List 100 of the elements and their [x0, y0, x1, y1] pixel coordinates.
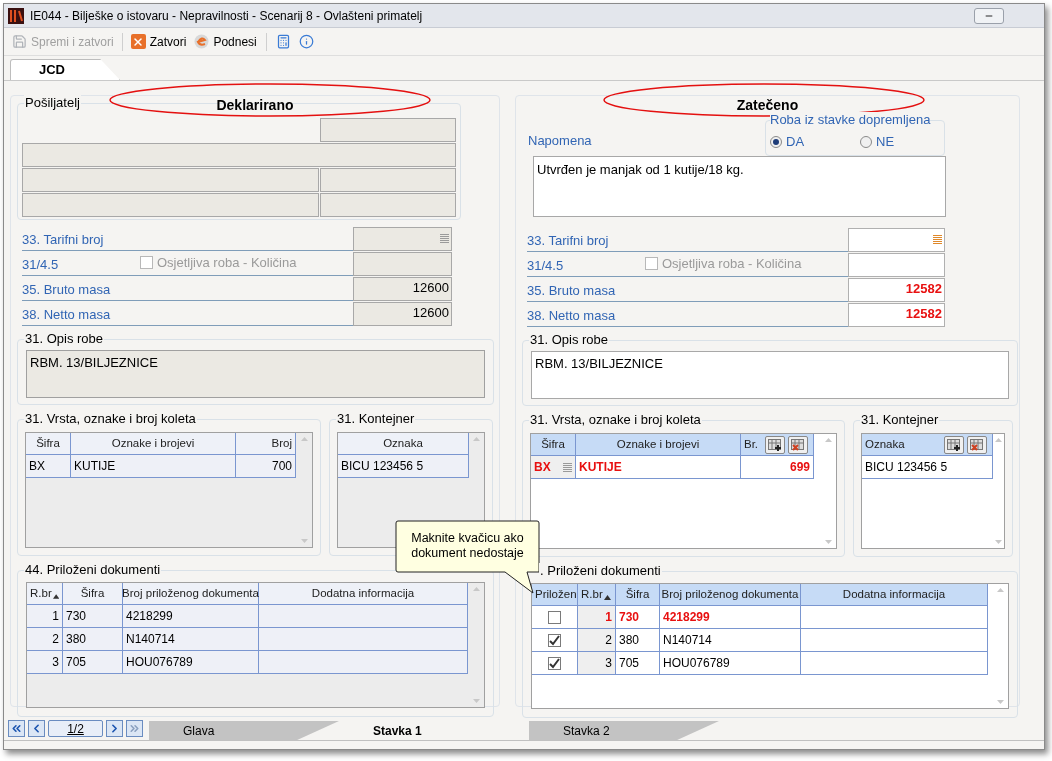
description-text-area[interactable]: RBM. 13/BILJEZNICE [531, 351, 1009, 399]
column-header[interactable]: R.br [578, 584, 616, 606]
input-field[interactable] [353, 227, 452, 251]
table-cell: 699 [741, 456, 814, 479]
table-cell: HOU076789 [660, 652, 801, 675]
note-label: Napomena [528, 131, 593, 150]
column-header[interactable]: R.br [27, 583, 63, 605]
previous-page-button[interactable] [28, 720, 45, 737]
checkbox[interactable] [548, 633, 561, 647]
last-page-button[interactable] [126, 720, 143, 737]
column-header[interactable]: Šifra [531, 434, 576, 456]
scroll-up-icon[interactable] [473, 437, 480, 441]
field-label: 38. Netto masa [22, 305, 112, 324]
group-legend: 31. Vrsta, oznake i broj koleta [24, 411, 197, 427]
list-icon[interactable] [563, 461, 572, 473]
scroll-up-icon[interactable] [472, 587, 480, 591]
input-field[interactable]: 12582 [848, 303, 945, 327]
table-cell: KUTIJE [576, 456, 741, 479]
toolbar-button[interactable]: Zatvori [128, 30, 189, 53]
scroll-up-icon[interactable] [300, 437, 308, 441]
checkbox[interactable] [548, 610, 561, 624]
scroll-up-icon[interactable] [824, 438, 832, 442]
swirl-icon [194, 34, 210, 49]
group-legend: 31. Opis robe [529, 332, 610, 348]
list-icon[interactable] [440, 233, 449, 244]
column-header[interactable]: Broj [236, 433, 296, 455]
next-page-button[interactable] [106, 720, 123, 737]
checkbox[interactable] [548, 656, 561, 670]
first-page-icon [10, 722, 23, 735]
scroll-down-icon[interactable] [472, 699, 480, 703]
add-row-button[interactable] [944, 435, 964, 454]
note-text-area[interactable]: Utvrđen je manjak od 1 kutije/18 kg. [533, 156, 946, 217]
checkbox-label: Osjetljiva roba - Količina [662, 254, 802, 273]
table-cell: 1 [27, 605, 63, 628]
minimize-button[interactable] [974, 7, 1004, 24]
column-header[interactable]: Šifra [616, 584, 660, 606]
scroll-down-icon[interactable] [995, 540, 1002, 544]
tab[interactable]: Stavka 2 [529, 721, 719, 740]
calculator-icon [275, 34, 291, 49]
tab[interactable]: JCD [10, 59, 120, 80]
table-cell: 4218299 [660, 606, 801, 629]
field-value: 12600 [412, 304, 449, 322]
empty-field[interactable] [22, 143, 456, 167]
delete-row-button[interactable] [967, 435, 987, 454]
app-icon [8, 7, 24, 24]
group-legend: 31. Kontejner [336, 411, 416, 427]
add-row-button[interactable] [765, 435, 785, 454]
column-header[interactable]: Broj priloženog dokumenta [660, 584, 801, 606]
tooltip-text: Maknite kvačicu ako dokument nedostaje [410, 531, 525, 561]
group-legend: Roba iz stavke dopremljena [770, 112, 931, 128]
table-cell: BICU 123456 5 [862, 456, 993, 479]
table-cell: 380 [616, 629, 660, 652]
close-icon [130, 34, 146, 49]
radio-option[interactable]: DA [770, 132, 840, 152]
field-label: 35. Bruto masa [22, 280, 112, 299]
input-field[interactable] [848, 228, 945, 252]
column-header[interactable]: Priložen [532, 584, 578, 606]
window-title: IE044 - Bilješke o istovaru - Nepravilnosti - Scenarij 8 - Ovlašteni primatelj [30, 7, 423, 25]
last-page-icon [128, 722, 141, 735]
field-label: 31/4.5 [527, 256, 565, 275]
list-icon[interactable] [933, 234, 942, 245]
column-header[interactable]: Šifra [26, 433, 71, 455]
scroll-up-icon[interactable] [996, 588, 1004, 592]
input-field[interactable]: 12582 [848, 278, 945, 302]
scroll-down-icon[interactable] [300, 539, 308, 543]
column-header[interactable]: Oznake i brojevi [576, 434, 741, 456]
radio-option[interactable]: NE [860, 132, 930, 152]
tab[interactable]: Glava [149, 721, 339, 740]
first-page-button[interactable] [8, 720, 25, 737]
scroll-up-icon[interactable] [995, 438, 1002, 442]
scroll-down-icon[interactable] [996, 700, 1004, 704]
table-cell: HOU076789 [123, 651, 259, 674]
table-cell: KUTIJE [71, 455, 236, 478]
column-header[interactable]: Br. [741, 434, 814, 456]
radio-button[interactable] [860, 136, 872, 148]
column-header[interactable]: Oznaka [338, 433, 469, 455]
column-header[interactable]: Oznake i brojevi [71, 433, 236, 455]
toolbar-button[interactable]: Podnesi [192, 30, 259, 53]
column-header[interactable]: Šifra [63, 583, 123, 605]
scroll-down-icon[interactable] [824, 540, 832, 544]
input-field[interactable]: 12600 [353, 277, 452, 301]
column-header[interactable]: Oznaka [862, 434, 993, 456]
delete-row-button[interactable] [788, 435, 808, 454]
column-header[interactable]: Broj priloženog dokumenta [123, 583, 259, 605]
sort-arrow-icon [52, 593, 59, 599]
table-cell: 730 [63, 605, 123, 628]
column-header[interactable]: Dodatna informacija [259, 583, 468, 605]
table-cell: 4218299 [123, 605, 259, 628]
table-cell: 705 [63, 651, 123, 674]
radio-button[interactable] [770, 136, 782, 148]
empty-field[interactable] [320, 118, 456, 142]
table-cell: 2 [578, 629, 616, 652]
checkbox-label: Osjetljiva roba - Količina [157, 253, 297, 272]
column-header[interactable]: Dodatna informacija [801, 584, 988, 606]
table-cell: N140714 [660, 629, 801, 652]
description-text-area[interactable]: RBM. 13/BILJEZNICE [26, 350, 485, 398]
input-field[interactable] [848, 253, 945, 277]
input-field[interactable]: 12600 [353, 302, 452, 326]
input-field[interactable] [353, 252, 452, 276]
page-button[interactable]: 1/2 [48, 720, 103, 737]
